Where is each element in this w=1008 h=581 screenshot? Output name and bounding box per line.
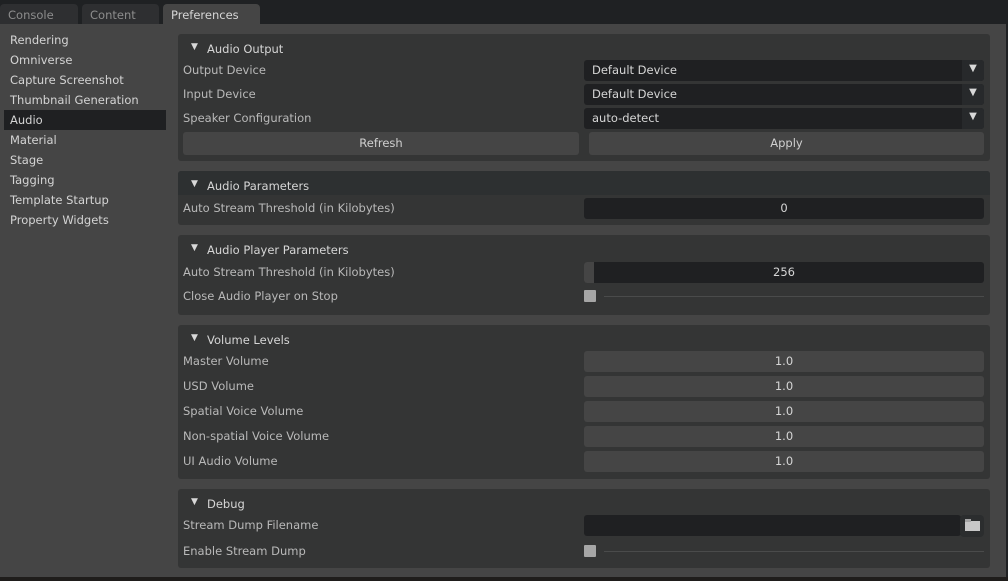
volume-levels-header[interactable]: ▼ Volume Levels [178,325,990,349]
master-volume-slider[interactable]: 1.0 [584,351,984,372]
stream-dump-filename-label: Stream Dump Filename [183,518,319,532]
slider-value: 1.0 [774,379,794,393]
tab-preferences[interactable]: Preferences [163,4,260,24]
frame-title: Audio Parameters [207,178,310,193]
frame-title: Debug [207,496,245,511]
close-audio-player-label: Close Audio Player on Stop [183,289,338,303]
audio-output-header[interactable]: ▼ Audio Output [178,34,990,58]
field-value: 0 [780,201,788,215]
stream-dump-filename-input[interactable] [584,515,961,536]
volume-levels-frame: ▼ Volume Levels Master Volume 1.0 USD Vo… [178,325,990,479]
non-spatial-voice-volume-slider[interactable]: 1.0 [584,426,984,447]
slider-value: 1.0 [774,354,794,368]
debug-header[interactable]: ▼ Debug [178,489,990,513]
spatial-voice-volume-slider[interactable]: 1.0 [584,401,984,422]
ui-audio-volume-row: UI Audio Volume 1.0 [178,449,990,474]
dropdown-value: Default Device [592,63,678,77]
audio-output-buttons: Refresh Apply [178,130,990,156]
collapse-triangle-icon: ▼ [191,41,198,52]
player-auto-stream-threshold-slider[interactable]: 256 [584,262,984,283]
non-spatial-voice-volume-label: Non-spatial Voice Volume [183,429,330,443]
collapse-triangle-icon: ▼ [191,496,198,507]
non-spatial-voice-volume-row: Non-spatial Voice Volume 1.0 [178,424,990,449]
usd-volume-slider[interactable]: 1.0 [584,376,984,397]
slider-value: 1.0 [774,454,794,468]
sidebar-item-template-startup[interactable]: Template Startup [4,190,166,210]
browse-folder-button[interactable] [960,515,984,537]
frame-title: Audio Output [207,41,284,56]
audio-parameters-frame: ▼ Audio Parameters Auto Stream Threshold… [178,171,990,225]
output-device-dropdown[interactable]: Default Device ▼ [584,60,984,81]
frame-title: Audio Player Parameters [207,242,349,257]
slider-value: 1.0 [774,429,794,443]
dropdown-value: Default Device [592,87,678,101]
close-audio-player-row: Close Audio Player on Stop [178,284,990,310]
output-device-row: Output Device Default Device ▼ [178,58,990,82]
sidebar-item-property-widgets[interactable]: Property Widgets [4,210,166,230]
audio-player-parameters-frame: ▼ Audio Player Parameters Auto Stream Th… [178,235,990,315]
speaker-configuration-row: Speaker Configuration auto-detect ▼ [178,106,990,130]
tab-content[interactable]: Content [82,4,159,24]
enable-stream-dump-row: Enable Stream Dump [178,539,990,563]
dropdown-value: auto-detect [592,111,660,125]
spatial-voice-volume-label: Spatial Voice Volume [183,404,304,418]
dropdown-arrow-icon[interactable]: ▼ [962,84,984,105]
audio-output-frame: ▼ Audio Output Output Device Default Dev… [178,34,990,161]
slider-value: 256 [773,265,795,279]
master-volume-row: Master Volume 1.0 [178,349,990,374]
collapse-triangle-icon: ▼ [191,242,198,253]
sidebar-item-tagging[interactable]: Tagging [4,170,166,190]
enable-stream-dump-checkbox[interactable] [584,545,596,557]
auto-stream-threshold-field[interactable]: 0 [584,198,984,219]
sidebar-item-stage[interactable]: Stage [4,150,166,170]
usd-volume-row: USD Volume 1.0 [178,374,990,399]
enable-stream-dump-label: Enable Stream Dump [183,544,306,558]
input-device-row: Input Device Default Device ▼ [178,82,990,106]
sidebar-item-audio[interactable]: Audio [4,110,166,130]
stream-dump-filename-row: Stream Dump Filename [178,513,990,539]
separator-line [604,551,984,552]
dropdown-arrow-icon[interactable]: ▼ [962,60,984,81]
dropdown-arrow-icon[interactable]: ▼ [962,108,984,129]
folder-icon [965,519,980,531]
usd-volume-label: USD Volume [183,379,254,393]
settings-content: ▼ Audio Output Output Device Default Dev… [178,24,990,568]
collapse-triangle-icon: ▼ [191,332,198,343]
speaker-configuration-label: Speaker Configuration [183,111,312,125]
frame-title: Volume Levels [207,332,290,347]
output-device-label: Output Device [183,63,266,77]
input-device-dropdown[interactable]: Default Device ▼ [584,84,984,105]
tab-bar: Console Content Preferences [0,0,1008,24]
bottom-edge [0,577,1008,581]
apply-button[interactable]: Apply [589,132,984,155]
audio-parameters-header[interactable]: ▼ Audio Parameters [178,171,990,195]
preferences-sidebar: Rendering Omniverse Capture Screenshot T… [4,30,166,230]
close-audio-player-checkbox[interactable] [584,290,596,302]
sidebar-item-capture-screenshot[interactable]: Capture Screenshot [4,70,166,90]
ui-audio-volume-slider[interactable]: 1.0 [584,451,984,472]
master-volume-label: Master Volume [183,354,269,368]
sidebar-item-thumbnail-generation[interactable]: Thumbnail Generation [4,90,166,110]
separator-line [604,296,984,297]
debug-frame: ▼ Debug Stream Dump Filename Enable Stre… [178,489,990,568]
input-device-label: Input Device [183,87,256,101]
speaker-configuration-dropdown[interactable]: auto-detect ▼ [584,108,984,129]
refresh-button[interactable]: Refresh [183,132,579,155]
auto-stream-threshold-row: Auto Stream Threshold (in Kilobytes) 0 [178,196,990,220]
vertical-scrollbar[interactable] [990,24,1006,577]
spatial-voice-volume-row: Spatial Voice Volume 1.0 [178,399,990,424]
sidebar-item-material[interactable]: Material [4,130,166,150]
collapse-triangle-icon: ▼ [191,178,198,189]
audio-player-parameters-header[interactable]: ▼ Audio Player Parameters [178,235,990,259]
ui-audio-volume-label: UI Audio Volume [183,454,278,468]
preferences-window: Rendering Omniverse Capture Screenshot T… [0,24,1006,577]
slider-value: 1.0 [774,404,794,418]
sidebar-item-rendering[interactable]: Rendering [4,30,166,50]
sidebar-item-omniverse[interactable]: Omniverse [4,50,166,70]
player-auto-stream-threshold-label: Auto Stream Threshold (in Kilobytes) [183,265,395,279]
auto-stream-threshold-label: Auto Stream Threshold (in Kilobytes) [183,201,395,215]
tab-console[interactable]: Console [0,4,78,24]
player-auto-stream-threshold-row: Auto Stream Threshold (in Kilobytes) 256 [178,260,990,284]
